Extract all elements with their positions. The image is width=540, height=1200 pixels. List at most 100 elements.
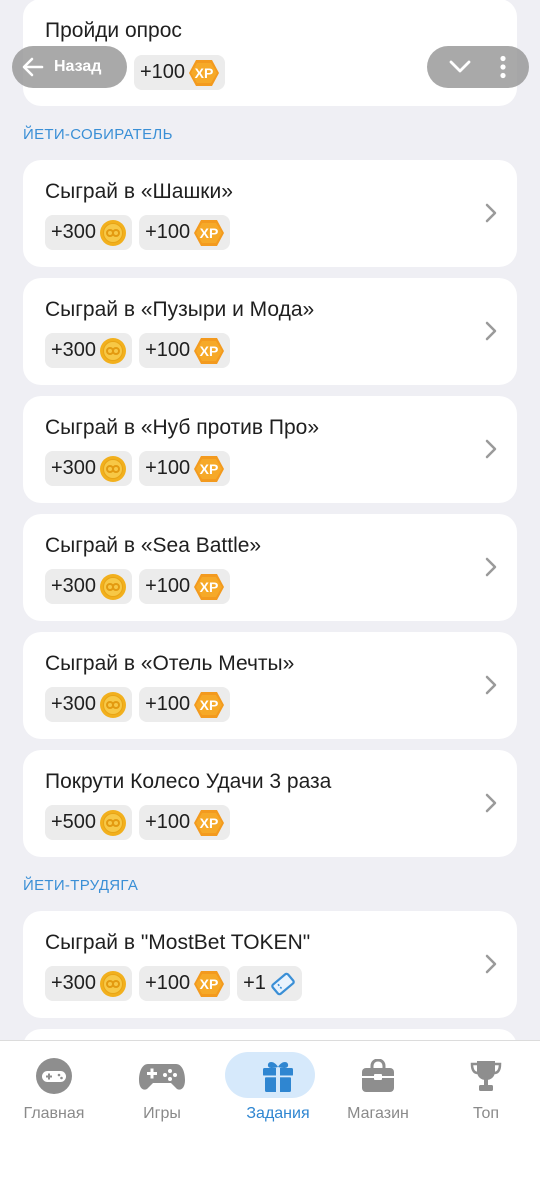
svg-text:XP: XP [195, 65, 214, 81]
coin-icon [100, 219, 127, 246]
xp-value: +100 [145, 575, 191, 597]
coin-icon [100, 573, 127, 600]
coin-value: +300 [51, 339, 97, 361]
coin-value: +300 [51, 693, 97, 715]
task-card[interactable]: Покрути Колесо Удачи 3 раза +500 +100 XP [23, 750, 517, 857]
xp-icon: XP [194, 809, 225, 836]
tab-label: Топ [472, 1105, 500, 1122]
back-button[interactable]: Назад [12, 46, 127, 88]
task-card[interactable]: Сыграй в «Отель Мечты» +300 +100 XP [23, 632, 517, 739]
coin-badge: +300 [45, 451, 133, 486]
window-controls [427, 46, 529, 88]
xp-value: +100 [145, 339, 191, 361]
coin-badge: +300 [45, 569, 133, 604]
svg-text:XP: XP [200, 697, 219, 713]
back-label: Назад [54, 58, 102, 75]
tab-top[interactable]: Топ [432, 1051, 540, 1131]
arrow-left-icon [22, 57, 44, 77]
xp-value: +100 [140, 61, 186, 83]
xp-icon: XP [194, 691, 225, 718]
bottom-tab-bar: Главная Игры Задания Магазин Топ [0, 1040, 540, 1200]
gift-icon [263, 1062, 293, 1092]
xp-icon: XP [194, 573, 225, 600]
task-list[interactable]: Пройди опрос +100 XP ЙЕТИ-СОБИРАТЕЛЬ Сыг… [0, 0, 540, 1040]
coin-icon [100, 809, 127, 836]
xp-value: +100 [145, 693, 191, 715]
shop-bag-icon [362, 1059, 394, 1092]
tab-home[interactable]: Главная [0, 1051, 108, 1131]
tab-label: Задания [246, 1105, 310, 1122]
xp-icon: XP [194, 219, 225, 246]
svg-text:XP: XP [200, 579, 219, 595]
chevron-down-icon[interactable] [449, 60, 471, 74]
more-vertical-icon[interactable] [499, 55, 507, 79]
task-card-partial[interactable] [23, 1029, 517, 1040]
xp-badge: +100 XP [139, 215, 231, 250]
section-label: ЙЕТИ-ТРУДЯГА [23, 877, 139, 894]
task-title: Сыграй в «Нуб против Про» [45, 416, 320, 439]
coin-value: +500 [51, 811, 97, 833]
coin-value: +300 [51, 221, 97, 243]
coin-value: +300 [51, 457, 97, 479]
task-card[interactable]: Сыграй в «Пузыри и Мода» +300 +100 XP [23, 278, 517, 385]
coin-icon [100, 970, 127, 997]
chevron-right-icon [485, 439, 497, 459]
task-title: Сыграй в «Sea Battle» [45, 534, 262, 557]
coin-icon [100, 337, 127, 364]
xp-icon: XP [194, 455, 225, 482]
task-card[interactable]: Сыграй в «Sea Battle» +300 +100 XP [23, 514, 517, 621]
svg-text:XP: XP [200, 343, 219, 359]
gamepad-round-icon [36, 1058, 72, 1094]
task-card[interactable]: Сыграй в «Шашки» +300 +100 XP [23, 160, 517, 267]
xp-badge: +100 XP [139, 687, 231, 722]
tab-label: Магазин [347, 1105, 409, 1122]
svg-text:XP: XP [200, 815, 219, 831]
coin-badge: +500 [45, 805, 133, 840]
xp-value: +100 [145, 221, 191, 243]
xp-icon: XP [189, 59, 220, 86]
coin-badge: +300 [45, 215, 133, 250]
task-title: Сыграй в «Отель Мечты» [45, 652, 295, 675]
xp-badge: +100 XP [139, 333, 231, 368]
chevron-right-icon [485, 954, 497, 974]
coin-value: +300 [51, 972, 97, 994]
chevron-right-icon [485, 793, 497, 813]
xp-value: +100 [145, 811, 191, 833]
xp-badge: +100 XP [134, 55, 226, 90]
task-title: Сыграй в "MostBet TOKEN" [45, 931, 311, 954]
xp-icon: XP [194, 337, 225, 364]
trophy-icon [470, 1061, 502, 1091]
ticket-badge: +1 [237, 966, 302, 1001]
tab-tasks[interactable]: Задания [224, 1051, 332, 1131]
xp-badge: +100 XP [139, 966, 231, 1001]
task-card[interactable]: Сыграй в "MostBet TOKEN" +300 +100 XP +1 [23, 911, 517, 1018]
tab-games[interactable]: Игры [108, 1051, 216, 1131]
coin-icon [100, 691, 127, 718]
coin-icon [100, 455, 127, 482]
ticket-icon [271, 972, 295, 995]
xp-value: +100 [145, 972, 191, 994]
chevron-right-icon [485, 557, 497, 577]
coin-value: +300 [51, 575, 97, 597]
task-title: Сыграй в «Шашки» [45, 180, 233, 203]
svg-text:XP: XP [200, 225, 219, 241]
tab-label: Игры [143, 1105, 181, 1122]
task-card[interactable]: Сыграй в «Нуб против Про» +300 +100 XP [23, 396, 517, 503]
xp-badge: +100 XP [139, 451, 231, 486]
chevron-right-icon [485, 203, 497, 223]
task-title: Покрути Колесо Удачи 3 раза [45, 770, 332, 793]
coin-badge: +300 [45, 966, 133, 1001]
coin-badge: +300 [45, 687, 133, 722]
svg-text:XP: XP [200, 976, 219, 992]
task-title: Сыграй в «Пузыри и Мода» [45, 298, 315, 321]
task-title: Пройди опрос [45, 19, 182, 42]
xp-value: +100 [145, 457, 191, 479]
chevron-right-icon [485, 321, 497, 341]
xp-badge: +100 XP [139, 805, 231, 840]
section-label: ЙЕТИ-СОБИРАТЕЛЬ [23, 126, 173, 143]
gamepad-icon [139, 1064, 185, 1090]
svg-text:XP: XP [200, 461, 219, 477]
xp-icon: XP [194, 970, 225, 997]
tab-shop[interactable]: Магазин [324, 1051, 432, 1131]
chevron-right-icon [485, 675, 497, 695]
